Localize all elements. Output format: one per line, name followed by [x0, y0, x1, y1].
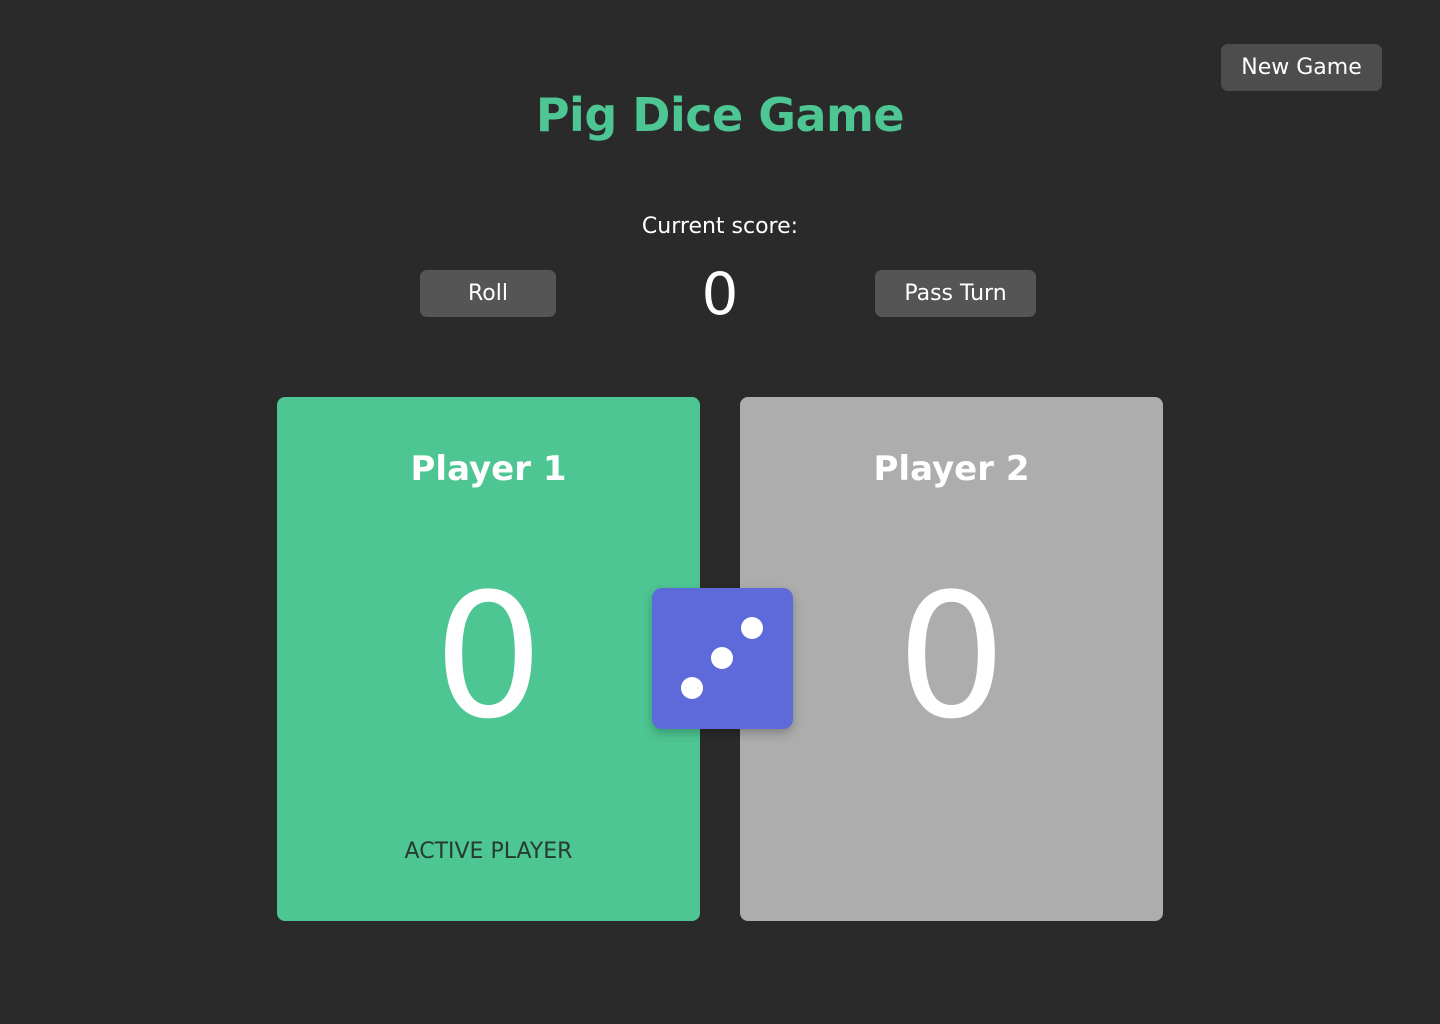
player-1-active-badge: ACTIVE PLAYER: [404, 839, 573, 864]
player-2-card: Player 2 0: [740, 397, 1163, 921]
player-2-score: 0: [896, 556, 1007, 757]
pass-turn-button[interactable]: Pass Turn: [875, 270, 1036, 317]
player-1-score: 0: [433, 556, 544, 757]
page-title: Pig Dice Game: [535, 88, 905, 142]
current-score-label: Current score:: [641, 214, 799, 239]
game-page: New Game Pig Dice Game Current score: Ro…: [0, 0, 1440, 1024]
player-1-card: Player 1 0 ACTIVE PLAYER: [277, 397, 700, 921]
die-face-three-icon: [652, 588, 793, 729]
player-1-name: Player 1: [410, 449, 567, 489]
roll-button[interactable]: Roll: [420, 270, 556, 317]
die-pip: [741, 617, 763, 639]
die-pip: [681, 677, 703, 699]
die-pip: [711, 647, 733, 669]
player-2-name: Player 2: [873, 449, 1030, 489]
new-game-button[interactable]: New Game: [1221, 44, 1382, 91]
current-score-value: 0: [701, 260, 739, 328]
